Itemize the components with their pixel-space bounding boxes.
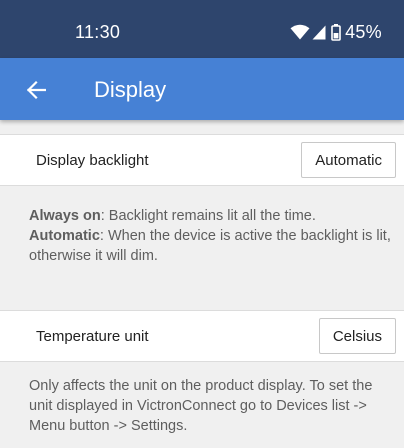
page-title: Display (94, 77, 167, 102)
display-backlight-description: Always on: Backlight remains lit all the… (29, 206, 391, 266)
display-backlight-select[interactable]: Automatic (301, 142, 396, 178)
settings-content: Display backlight Automatic Always on: B… (0, 120, 404, 448)
temperature-unit-label: Temperature unit (36, 328, 149, 345)
setting-row-display-backlight: Display backlight Automatic (0, 134, 404, 186)
status-bar: 11:30 45% (0, 0, 404, 58)
status-icons: 45% (290, 20, 382, 44)
wifi-icon (290, 24, 310, 40)
battery-percentage: 45% (345, 22, 382, 42)
display-backlight-label: Display backlight (36, 152, 149, 169)
battery-icon (331, 23, 341, 41)
cell-signal-icon (312, 25, 326, 40)
always-on-term: Always on (29, 208, 101, 224)
temperature-unit-select[interactable]: Celsius (318, 318, 396, 354)
automatic-term: Automatic (29, 228, 100, 244)
temperature-unit-description: Only affects the unit on the product dis… (29, 378, 373, 434)
setting-row-temperature-unit: Temperature unit Celsius (0, 310, 404, 362)
status-time: 11:30 (75, 22, 121, 42)
arrow-left-icon[interactable] (26, 80, 47, 100)
always-on-text: : Backlight remains lit all the time. (100, 208, 316, 224)
app-bar: Display (0, 58, 404, 120)
